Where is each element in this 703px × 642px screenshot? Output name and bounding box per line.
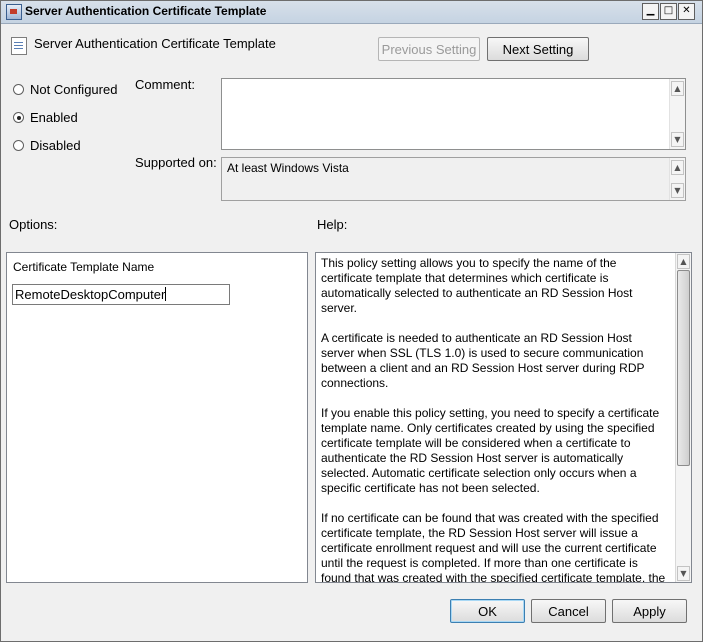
radio-disabled-label: Disabled (30, 138, 81, 153)
comment-label: Comment: (135, 77, 195, 92)
radio-not-configured-circle[interactable] (13, 84, 24, 95)
help-paragraph: A certificate is needed to authenticate … (321, 331, 645, 390)
supported-on-value: At least Windows Vista (227, 161, 349, 175)
ok-button[interactable]: OK (450, 599, 525, 623)
radio-disabled-circle[interactable] (13, 140, 24, 151)
options-panel: Certificate Template Name RemoteDesktopC… (6, 252, 308, 583)
supported-on-label: Supported on: (135, 155, 217, 170)
options-label: Options: (9, 217, 58, 232)
scroll-thumb[interactable] (677, 270, 690, 466)
policy-setting-icon (11, 37, 27, 55)
previous-setting-label: Previous Setting (381, 42, 477, 57)
help-paragraph: If you enable this policy setting, you n… (321, 406, 660, 495)
comment-textarea[interactable]: ▲ ▼ (221, 78, 686, 150)
help-label: Help: (317, 217, 348, 232)
cancel-label: Cancel (548, 604, 589, 619)
cancel-button[interactable]: Cancel (531, 599, 606, 623)
next-setting-label: Next Setting (502, 42, 574, 57)
scroll-down-arrow-icon[interactable]: ▼ (671, 132, 684, 147)
help-text: This policy setting allows you to specif… (321, 256, 666, 583)
certificate-template-name-label: Certificate Template Name (13, 260, 155, 274)
scroll-up-arrow-icon[interactable]: ▲ (671, 81, 684, 96)
scroll-up-arrow-icon[interactable]: ▲ (677, 254, 690, 269)
next-setting-button[interactable]: Next Setting (487, 37, 589, 61)
radio-enabled-circle[interactable] (13, 112, 24, 123)
setting-name: Server Authentication Certificate Templa… (34, 36, 276, 51)
comment-scrollbar[interactable]: ▲ ▼ (669, 79, 685, 149)
apply-label: Apply (633, 604, 666, 619)
scroll-down-arrow-icon[interactable]: ▼ (677, 566, 690, 581)
help-scrollbar[interactable]: ▲ ▼ (675, 253, 691, 582)
close-button[interactable]: ✕ (678, 3, 695, 20)
help-paragraph: If no certificate can be found that was … (321, 511, 666, 583)
supported-scrollbar[interactable]: ▲ ▼ (669, 158, 685, 200)
certificate-template-name-input[interactable]: RemoteDesktopComputer (12, 284, 230, 305)
minimize-button[interactable]: ▁ (642, 3, 659, 20)
text-caret (165, 287, 167, 301)
title-bar[interactable]: Server Authentication Certificate Templa… (1, 1, 702, 24)
previous-setting-button[interactable]: Previous Setting (378, 37, 480, 61)
scroll-down-arrow-icon[interactable]: ▼ (671, 183, 684, 198)
maximize-button[interactable]: □ (660, 3, 677, 20)
radio-not-configured-label: Not Configured (30, 82, 118, 97)
help-panel: This policy setting allows you to specif… (315, 252, 692, 583)
certificate-template-name-value: RemoteDesktopComputer (15, 287, 166, 302)
ok-label: OK (478, 604, 497, 619)
scroll-up-arrow-icon[interactable]: ▲ (671, 160, 684, 175)
help-paragraph: This policy setting allows you to specif… (321, 256, 633, 315)
radio-enabled-label: Enabled (30, 110, 78, 125)
policy-dialog: Server Authentication Certificate Templa… (0, 0, 703, 642)
apply-button[interactable]: Apply (612, 599, 687, 623)
supported-on-field: At least Windows Vista ▲ ▼ (221, 157, 686, 201)
policy-editor-icon (6, 4, 22, 20)
window-title: Server Authentication Certificate Templa… (25, 4, 267, 18)
